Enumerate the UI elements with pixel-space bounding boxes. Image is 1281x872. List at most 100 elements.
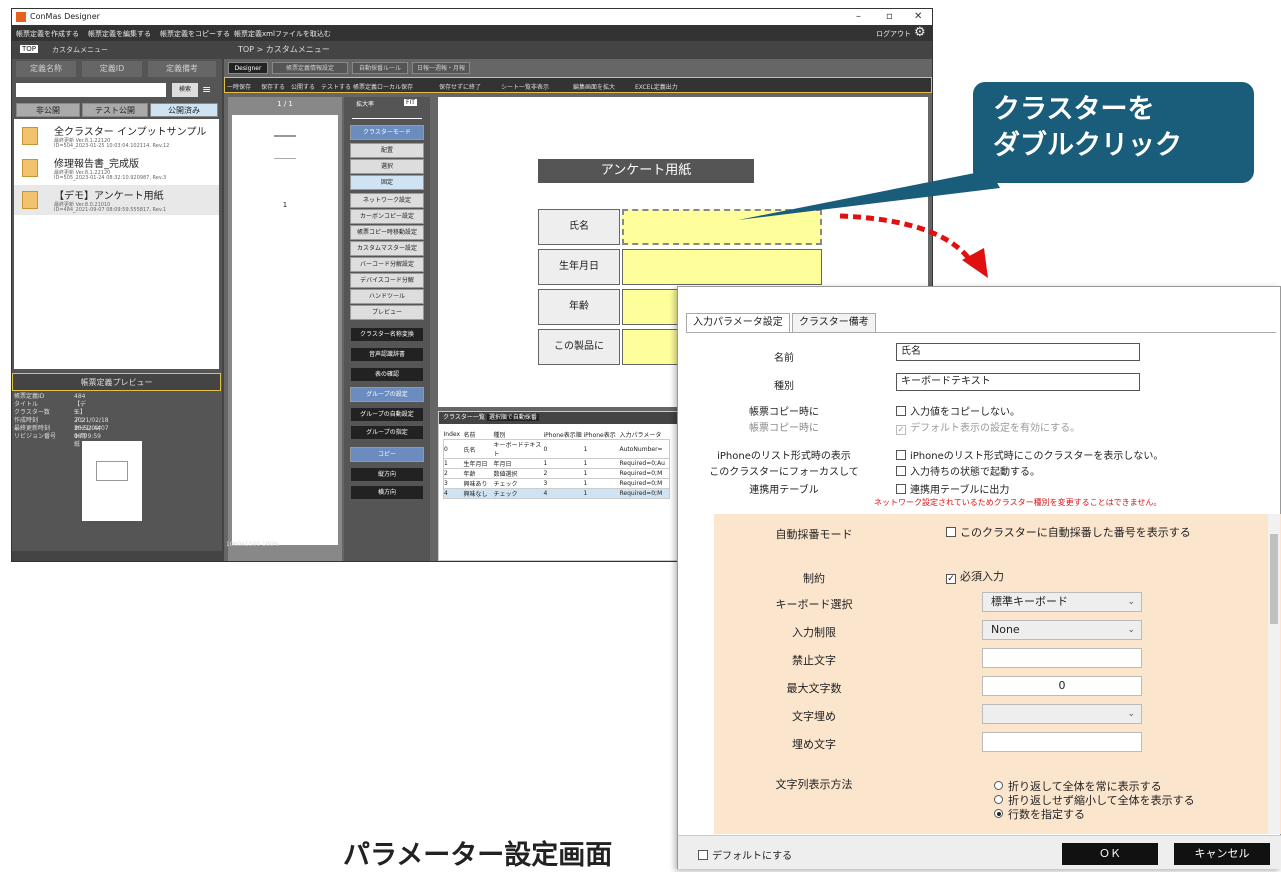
tb-temp-save[interactable]: 一時保存 — [227, 82, 251, 91]
tab-published[interactable]: 公開済み — [150, 103, 218, 117]
tb-save[interactable]: 保存する — [261, 82, 285, 91]
tool-cluster-mode[interactable]: クラスターモード — [350, 125, 424, 140]
tb-test[interactable]: テストする — [321, 82, 351, 91]
tool-custom-master[interactable]: カスタムマスター設定 — [350, 241, 424, 256]
table-row[interactable]: 3 興味あり チェック 3 1 Required=0;M — [443, 478, 670, 489]
chevron-down-icon: ⌄ — [1127, 597, 1135, 607]
sort-icon[interactable]: ≡ — [202, 83, 211, 96]
type-field[interactable]: キーボードテキスト — [896, 373, 1140, 391]
zoom-slider[interactable] — [352, 111, 422, 119]
tool-table[interactable]: 表の確認 — [350, 367, 424, 382]
name-field[interactable]: 氏名 — [896, 343, 1140, 361]
tab-form-info[interactable]: 帳票定義情報設定 — [272, 62, 348, 74]
tool-select[interactable]: 選択 — [350, 159, 424, 174]
top-button[interactable]: TOP — [20, 45, 39, 53]
tab-reports[interactable]: 日報一週報・月報 — [412, 62, 470, 74]
menu-import[interactable]: 帳票定義xmlファイルを取込む — [234, 29, 331, 39]
table-row[interactable]: 0 氏名 キーボードテキスト 0 1 AutoNumber= — [443, 439, 670, 459]
tb-hide-sheets[interactable]: シート一覧非表示 — [501, 82, 549, 91]
tab-test[interactable]: テスト公開 — [82, 103, 148, 117]
label-product: この製品に — [538, 329, 620, 365]
tool-network[interactable]: ネットワーク設定 — [350, 193, 424, 208]
list-item[interactable]: 全クラスター インプットサンプル 最終更新 Ver.8.1.22120 ID=504… — [14, 121, 219, 151]
tb-publish[interactable]: 公開する — [291, 82, 315, 91]
tool-preview[interactable]: プレビュー — [350, 305, 424, 320]
tb-excel[interactable]: EXCEL定義出力 — [635, 82, 678, 91]
table-row[interactable]: 1 生年月日 年月日 1 1 Required=0;Au — [443, 458, 670, 469]
tb-local-save[interactable]: 帳票定義ローカル保存 — [353, 82, 413, 91]
ok-button[interactable]: ＯＫ — [1062, 843, 1158, 865]
tab-cluster-notes[interactable]: クラスター備考 — [792, 313, 876, 333]
tool-voice[interactable]: 音声認識辞書 — [350, 347, 424, 362]
radio-lines[interactable]: 行数を指定する — [994, 806, 1085, 822]
tab-private[interactable]: 非公開 — [16, 103, 80, 117]
maximize-icon[interactable]: ▫ — [886, 11, 893, 22]
tool-vertical[interactable]: 縦方向 — [350, 467, 424, 482]
search-input[interactable] — [16, 83, 166, 97]
parameter-dialog: 入力パラメータ設定 クラスター備考 名前 氏名 種別 キーボードテキスト 帳票コ… — [677, 286, 1281, 869]
left-header: TOP カスタムメニュー — [12, 41, 222, 59]
tool-place[interactable]: 配置 — [350, 143, 424, 158]
padding-char-field[interactable] — [982, 732, 1142, 752]
form-title: アンケート用紙 — [538, 159, 754, 183]
link-checkbox[interactable]: 連携用テーブルに出力 — [896, 481, 1009, 496]
tool-group[interactable]: グループの設定 — [350, 387, 424, 402]
menu-create[interactable]: 帳票定義を作成する — [16, 29, 79, 39]
copy-checkbox[interactable]: 入力値をコピーしない。 — [896, 403, 1020, 418]
list-item[interactable]: 修理報告書_完成版 最終更新 Ver.8.1.22120 ID=505_2023-0… — [14, 153, 219, 183]
forbidden-chars-field[interactable] — [982, 648, 1142, 668]
auto-number-checkbox[interactable]: このクラスターに自動採番した番号を表示する — [946, 524, 1191, 540]
col-note[interactable]: 定義備考 — [148, 61, 216, 77]
table-row[interactable]: 2 年齢 数値選択 2 1 Required=0;M — [443, 468, 670, 479]
cancel-button[interactable]: キャンセル — [1174, 843, 1270, 865]
list-item[interactable]: 【デモ】アンケート用紙 最終更新 Ver.8.0.21010 ID=484_2021… — [14, 185, 219, 215]
toolbar: 一時保存 保存する 公開する テストする 帳票定義ローカル保存 保存せずに終了 … — [224, 77, 932, 93]
logout-link[interactable]: ログアウト — [876, 29, 911, 39]
left-panel: TOP カスタムメニュー 定義名称 定義ID 定義備考 検索 ≡ 非公開 テスト… — [12, 41, 222, 551]
document-icon — [22, 127, 38, 145]
gear-icon[interactable]: ⚙ — [914, 25, 926, 40]
col-name[interactable]: 定義名称 — [16, 61, 76, 77]
page-thumbnail[interactable]: 1 — [232, 115, 338, 545]
menu-bar: 帳票定義を作成する 帳票定義を編集する 帳票定義をコピーする 帳票定義xmlファ… — [12, 25, 932, 41]
tool-fix[interactable]: 固定 — [350, 175, 424, 190]
tool-hand[interactable]: ハンドツール — [350, 289, 424, 304]
tab-auto-number[interactable]: 自動採番ルール — [352, 62, 408, 74]
max-length-field[interactable]: 0 — [982, 676, 1142, 696]
tool-horizontal[interactable]: 横方向 — [350, 485, 424, 500]
window-title: ConMas Designer — [30, 12, 100, 21]
tool-copy[interactable]: コピー — [350, 447, 424, 462]
tool-device-code[interactable]: デバイスコード分解 — [350, 273, 424, 288]
search-button[interactable]: 検索 — [172, 83, 198, 97]
tool-barcode[interactable]: バーコード分解設定 — [350, 257, 424, 272]
tb-exit[interactable]: 保存せずに終了 — [439, 82, 481, 91]
keyboard-select[interactable]: 標準キーボード ⌄ — [982, 592, 1142, 612]
close-icon[interactable]: ✕ — [914, 11, 922, 22]
menu-edit[interactable]: 帳票定義を編集する — [88, 29, 151, 39]
preview-meta: 帳票定義ID 484 タイトル 【デモ】アンケート用紙 クラスター数 5 作成時… — [14, 393, 109, 448]
default-checkbox[interactable]: デフォルトにする — [698, 847, 792, 862]
focus-checkbox[interactable]: 入力待ちの状態で起動する。 — [896, 463, 1040, 478]
preview-header: 帳票定義プレビュー — [12, 373, 221, 391]
minimize-icon[interactable]: – — [856, 11, 861, 22]
tool-carbon[interactable]: カーボンコピー設定 — [350, 209, 424, 224]
tab-input-params[interactable]: 入力パラメータ設定 — [686, 313, 790, 333]
fit-button[interactable]: FIT — [404, 99, 417, 106]
iphone-hide-checkbox[interactable]: iPhoneのリスト形式時にこのクラスターを表示しない。 — [896, 447, 1163, 462]
table-row[interactable]: 4 興味なし チェック 4 1 Required=0;M — [443, 488, 670, 499]
input-limit-select[interactable]: None ⌄ — [982, 620, 1142, 640]
required-checkbox[interactable]: ✓ 必須入力 — [946, 568, 1004, 584]
scrollbar[interactable] — [1268, 514, 1280, 834]
tool-group-auto[interactable]: グループの自動設定 — [350, 407, 424, 422]
warning-text: ネットワーク設定されているためクラスター種別を変更することはできません。 — [874, 498, 1162, 507]
tab-designer[interactable]: Designer — [228, 62, 268, 74]
tool-group-assign[interactable]: グループの指定 — [350, 425, 424, 440]
tb-enlarge[interactable]: 編集画面を拡大 — [573, 82, 615, 91]
col-id[interactable]: 定義ID — [82, 61, 142, 77]
tool-copy-move[interactable]: 帳票コピー時移動設定 — [350, 225, 424, 240]
tool-rename[interactable]: クラスター名称変換 — [350, 327, 424, 342]
padding-select[interactable]: ⌄ — [982, 704, 1142, 724]
cluster-table: Index 名前 種別 iPhone表示順 iPhone表示 入力パラメータ 0 氏名 キーボ… — [443, 430, 670, 499]
menu-copy[interactable]: 帳票定義をコピーする — [160, 29, 230, 39]
auto-number-button[interactable]: 選択順で自動採番 — [486, 414, 539, 421]
